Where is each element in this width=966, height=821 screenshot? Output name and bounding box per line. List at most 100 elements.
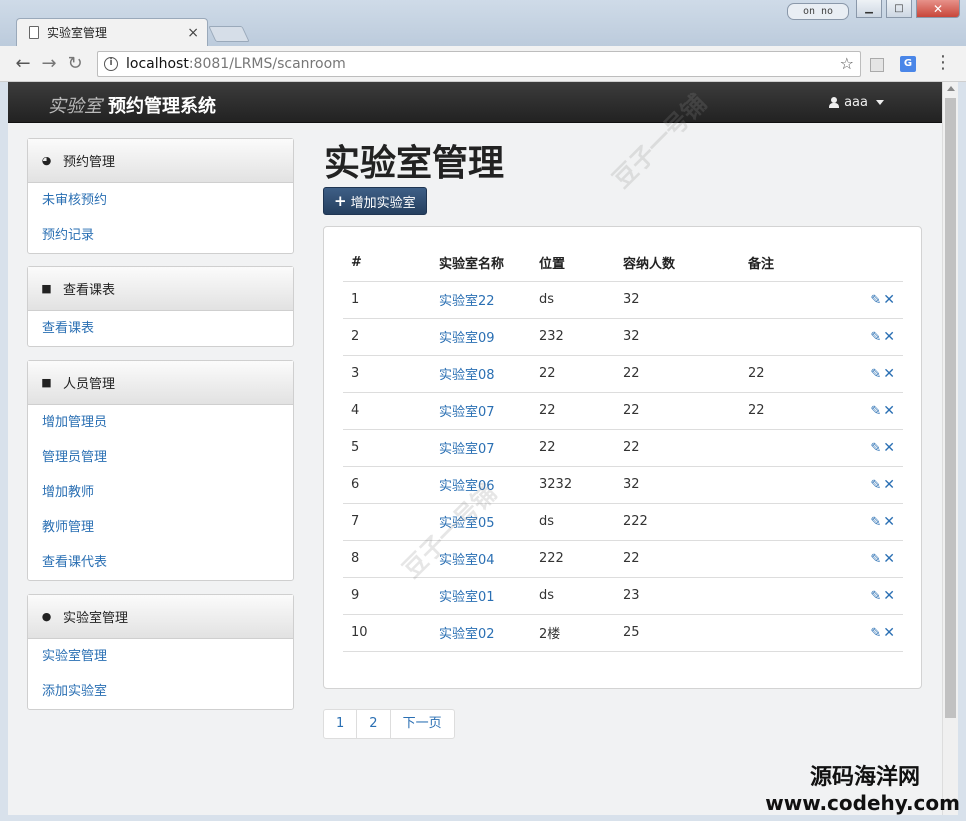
vertical-scrollbar[interactable] xyxy=(942,82,958,815)
maximize-button[interactable]: □ xyxy=(886,0,912,18)
window-titlebar: 实验室管理 × on no ▁ □ ✕ xyxy=(0,0,966,46)
panel-header[interactable]: ● 实验室管理 xyxy=(28,595,293,639)
cell-notes: 22 xyxy=(740,355,830,393)
sidebar-item-add-teacher[interactable]: 增加教师 xyxy=(28,475,293,510)
brand[interactable]: 实验室 预约管理系统 xyxy=(48,92,216,118)
lab-name-link[interactable]: 实验室05 xyxy=(439,516,495,531)
tab-title: 实验室管理 xyxy=(47,26,108,40)
cell-capacity: 22 xyxy=(615,429,740,467)
sidebar-item-teacher-management[interactable]: 教师管理 xyxy=(28,510,293,545)
sidebar-item-admin-management[interactable]: 管理员管理 xyxy=(28,440,293,475)
delete-x-icon[interactable]: ✕ xyxy=(883,625,895,641)
delete-x-icon[interactable]: ✕ xyxy=(883,477,895,493)
dashboard-icon: ◕ xyxy=(41,154,52,167)
lab-name-link[interactable]: 实验室22 xyxy=(439,294,495,309)
sidebar-item-pending-reservations[interactable]: 未审核预约 xyxy=(28,183,293,218)
info-icon[interactable]: i xyxy=(104,57,118,71)
cell-capacity: 22 xyxy=(615,540,740,578)
brand-cn: 源码海洋网 xyxy=(809,765,920,790)
edit-pencil-icon[interactable]: ✎ xyxy=(870,626,881,641)
cell-location: 22 xyxy=(531,392,615,430)
lab-name-link[interactable]: 实验室01 xyxy=(439,590,495,605)
new-tab-button[interactable] xyxy=(208,26,250,42)
browser-tab[interactable]: 实验室管理 × xyxy=(16,18,208,46)
sidebar-item-view-schedule[interactable]: 查看课表 xyxy=(28,311,293,346)
browser-menu-icon[interactable]: ⋮ xyxy=(934,52,952,73)
sidebar-item-view-class-reps[interactable]: 查看课代表 xyxy=(28,545,293,580)
page-2-link[interactable]: 2 xyxy=(357,710,391,738)
reload-icon[interactable]: ↻ xyxy=(62,53,88,74)
page-1-link[interactable]: 1 xyxy=(324,710,358,738)
forward-arrow-icon[interactable]: → xyxy=(36,53,62,74)
cell-capacity: 23 xyxy=(615,577,740,615)
sidebar-item-add-admin[interactable]: 增加管理员 xyxy=(28,405,293,440)
table-row: 10 实验室02 2楼 25 ✎ ✕ xyxy=(343,614,903,652)
edit-pencil-icon[interactable]: ✎ xyxy=(870,552,881,567)
delete-x-icon[interactable]: ✕ xyxy=(883,440,895,456)
lab-name-link[interactable]: 实验室08 xyxy=(439,368,495,383)
lab-name-link[interactable]: 实验室07 xyxy=(439,405,495,420)
edit-pencil-icon[interactable]: ✎ xyxy=(870,515,881,530)
edit-pencil-icon[interactable]: ✎ xyxy=(870,367,881,382)
minimize-button[interactable]: ▁ xyxy=(856,0,882,18)
exclamation-icon: ● xyxy=(41,610,52,623)
page-title: 实验室管理 xyxy=(324,143,505,184)
add-lab-button[interactable]: + 增加实验室 xyxy=(323,187,427,215)
scrollbar-thumb[interactable] xyxy=(945,98,956,718)
lab-name-link[interactable]: 实验室04 xyxy=(439,553,495,568)
panel-header[interactable]: ◕ 预约管理 xyxy=(28,139,293,183)
table-row: 8 实验室04 222 22 ✎ ✕ xyxy=(343,540,903,578)
edit-pencil-icon[interactable]: ✎ xyxy=(870,589,881,604)
reader-mode-icon[interactable] xyxy=(870,58,884,72)
bookmark-star-icon[interactable]: ☆ xyxy=(840,54,854,73)
table-row: 2 实验室09 232 32 ✎ ✕ xyxy=(343,318,903,356)
edit-pencil-icon[interactable]: ✎ xyxy=(870,478,881,493)
edit-pencil-icon[interactable]: ✎ xyxy=(870,404,881,419)
panel-header[interactable]: ■ 查看课表 xyxy=(28,267,293,311)
delete-x-icon[interactable]: ✕ xyxy=(883,588,895,604)
close-window-button[interactable]: ✕ xyxy=(916,0,960,18)
cell-name: 实验室01 xyxy=(431,577,531,615)
next-page-link[interactable]: 下一页 xyxy=(391,710,454,738)
cell-notes xyxy=(740,577,830,615)
scroll-up-arrow-icon[interactable] xyxy=(947,86,955,91)
lab-name-link[interactable]: 实验室09 xyxy=(439,331,495,346)
delete-x-icon[interactable]: ✕ xyxy=(883,403,895,419)
plus-icon: + xyxy=(334,192,347,210)
delete-x-icon[interactable]: ✕ xyxy=(883,514,895,530)
delete-x-icon[interactable]: ✕ xyxy=(883,551,895,567)
sidebar-item-lab-management[interactable]: 实验室管理 xyxy=(28,639,293,674)
edit-pencil-icon[interactable]: ✎ xyxy=(870,330,881,345)
user-dropdown[interactable]: aaa xyxy=(829,95,884,110)
cell-index: 8 xyxy=(343,540,431,578)
back-arrow-icon[interactable]: ← xyxy=(10,53,36,74)
panel-header[interactable]: ■ 人员管理 xyxy=(28,361,293,405)
lab-name-link[interactable]: 实验室07 xyxy=(439,442,495,457)
translate-extension-icon[interactable]: G xyxy=(900,56,916,72)
cell-actions: ✎ ✕ xyxy=(830,318,903,356)
col-header-actions xyxy=(830,245,903,282)
col-header-location: 位置 xyxy=(531,245,615,282)
cell-index: 3 xyxy=(343,355,431,393)
col-header-index: # xyxy=(343,245,431,282)
edit-pencil-icon[interactable]: ✎ xyxy=(870,441,881,456)
cell-name: 实验室09 xyxy=(431,318,531,356)
delete-x-icon[interactable]: ✕ xyxy=(883,329,895,345)
col-header-capacity: 容纳人数 xyxy=(615,245,740,282)
tab-close-icon[interactable]: × xyxy=(187,25,199,41)
sidebar-item-add-lab[interactable]: 添加实验室 xyxy=(28,674,293,709)
window-frame-left xyxy=(0,82,8,821)
delete-x-icon[interactable]: ✕ xyxy=(883,366,895,382)
delete-x-icon[interactable]: ✕ xyxy=(883,292,895,308)
lab-name-link[interactable]: 实验室02 xyxy=(439,627,495,642)
cell-location: ds xyxy=(531,577,615,615)
cell-name: 实验室07 xyxy=(431,392,531,430)
address-bar[interactable]: i localhost:8081/LRMS/scanroom ☆ xyxy=(97,51,861,77)
edit-pencil-icon[interactable]: ✎ xyxy=(870,293,881,308)
top-navbar: 实验室 预约管理系统 aaa xyxy=(8,82,942,123)
cell-index: 6 xyxy=(343,466,431,504)
table-row: 6 实验室06 3232 32 ✎ ✕ xyxy=(343,466,903,504)
sidebar-item-reservation-records[interactable]: 预约记录 xyxy=(28,218,293,253)
lab-name-link[interactable]: 实验室06 xyxy=(439,479,495,494)
cell-notes xyxy=(740,281,830,319)
